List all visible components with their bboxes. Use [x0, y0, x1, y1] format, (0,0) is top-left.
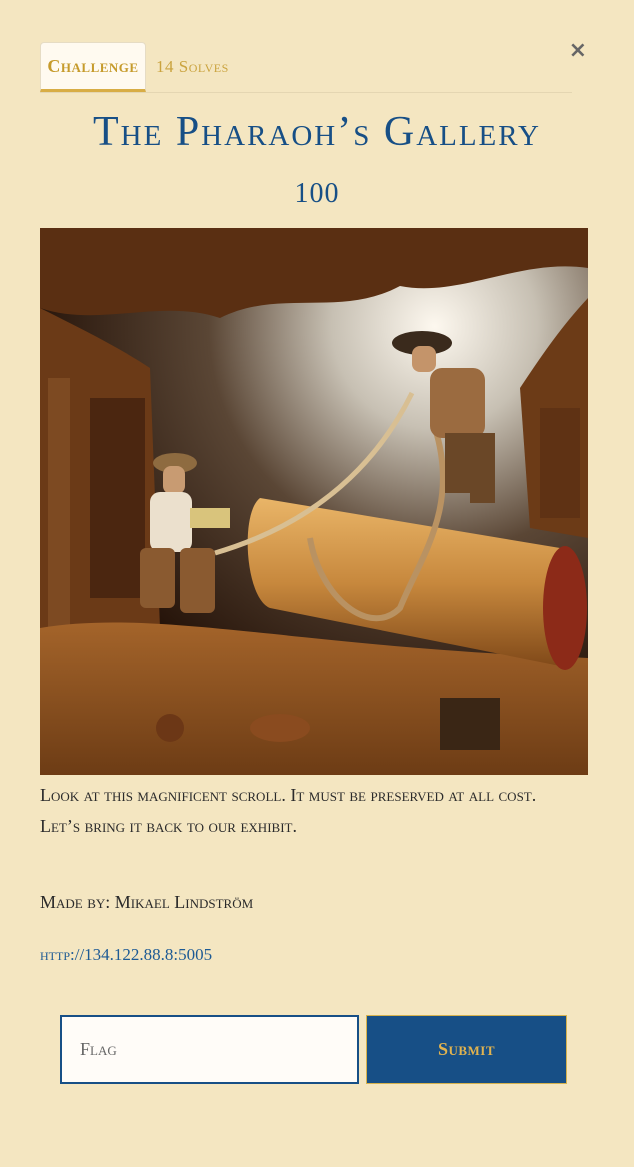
- flag-input[interactable]: [60, 1015, 359, 1084]
- challenge-author: Made by: Mikael Lindström: [40, 892, 254, 912]
- tab-solves[interactable]: 14 Solves: [146, 42, 239, 92]
- submit-button[interactable]: Submit: [366, 1015, 567, 1084]
- tab-challenge[interactable]: Challenge: [40, 42, 146, 92]
- tomb-scene-illustration: [40, 228, 588, 775]
- challenge-url-link[interactable]: http://134.122.88.8:5005: [40, 945, 212, 965]
- close-icon[interactable]: ×: [569, 38, 587, 63]
- challenge-tabs: Challenge 14 Solves: [40, 40, 572, 93]
- challenge-points: 100: [294, 178, 340, 209]
- description-line-2: Let’s bring it back to our exhibit.: [40, 816, 297, 836]
- challenge-image: [40, 228, 588, 775]
- challenge-description: Look at this magnificent scroll. It must…: [40, 780, 588, 842]
- description-line-1: Look at this magnificent scroll. It must…: [40, 785, 537, 805]
- challenge-modal: Challenge 14 Solves × The Pharaoh’s Gall…: [0, 0, 634, 1167]
- challenge-title: The Pharaoh’s Gallery: [93, 109, 541, 155]
